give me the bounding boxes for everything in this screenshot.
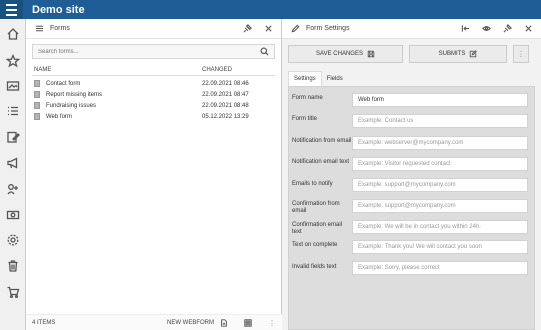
settings-panel-title: Form Settings — [306, 25, 350, 32]
pin-icon[interactable] — [500, 22, 514, 36]
cart-icon[interactable] — [6, 285, 20, 299]
new-webform-button[interactable]: NEW WEBFORM — [167, 318, 228, 327]
text-on-complete-row: Text on complete Example: Thank you! We … — [289, 240, 534, 254]
share-icon[interactable] — [6, 182, 20, 196]
close-icon[interactable] — [521, 22, 535, 36]
emails-to-notify-row: Emails to notify Example: support@mycomp… — [289, 178, 534, 192]
search-input[interactable] — [38, 48, 260, 55]
row-name: Fundraising issues — [46, 102, 97, 109]
invalid-fields-text-label: Invalid fields text — [292, 264, 337, 270]
search-box — [32, 44, 275, 59]
row-changed: 05.12.2022 13:29 — [202, 113, 249, 120]
table-row[interactable]: Contact form 22.09.2021 08:46 — [32, 78, 275, 89]
forms-panel-title: Forms — [50, 25, 70, 32]
eye-icon[interactable] — [479, 22, 493, 36]
form-icon — [34, 113, 40, 120]
row-changed: 22.09.2021 08:46 — [202, 80, 249, 87]
form-title-row: Form title Example: Contact us — [289, 114, 534, 128]
form-settings-panel: Form Settings SAVE CHANGES SUBMITS Setti… — [282, 19, 541, 330]
form-name-row: Form name Web form — [289, 93, 534, 107]
row-changed: 22.09.2021 08:48 — [202, 102, 249, 109]
settings-tabs: Settings Fields — [288, 71, 348, 86]
edit-icon — [470, 50, 478, 58]
text-on-complete-input[interactable]: Example: Thank you! We will contact you … — [352, 240, 528, 254]
row-changed: 22.09.2021 08:47 — [202, 91, 249, 98]
pin-icon[interactable] — [240, 22, 254, 36]
form-icon — [34, 102, 40, 109]
save-changes-button[interactable]: SAVE CHANGES — [288, 45, 403, 63]
submits-button[interactable]: SUBMITS — [409, 45, 507, 63]
forms-panel-header: Forms — [26, 19, 281, 39]
row-name: Contact form — [46, 80, 81, 87]
notification-email-text-row: Notification email text Example: Visitor… — [289, 157, 534, 171]
table-row[interactable]: Web form 05.12.2022 13:29 — [32, 111, 275, 122]
column-changed[interactable]: CHANGED — [202, 67, 232, 73]
more-vertical-icon — [520, 51, 522, 57]
settings-panel-header: Form Settings — [282, 19, 541, 39]
invalid-fields-text-input[interactable]: Example: Sorry, please correct — [352, 261, 528, 275]
tab-fields[interactable]: Fields — [322, 71, 348, 86]
money-icon[interactable] — [6, 208, 20, 222]
invalid-fields-text-row: Invalid fields text Example: Sorry, plea… — [289, 261, 534, 275]
item-count: 4 ITEMS — [32, 319, 56, 326]
notification-from-email-input[interactable]: Example: webserver@mycompany.com — [352, 136, 528, 150]
tab-settings[interactable]: Settings — [288, 71, 322, 86]
save-changes-label: SAVE CHANGES — [316, 51, 363, 57]
row-name: Web form — [46, 113, 72, 120]
form-icon — [34, 91, 40, 98]
top-bar: Demo site — [0, 0, 541, 19]
emails-to-notify-input[interactable]: Example: support@mycompany.com — [352, 178, 528, 192]
confirmation-email-text-label: Confirmation email text — [292, 222, 343, 235]
list-icon[interactable] — [6, 104, 20, 118]
menu-icon[interactable] — [0, 0, 23, 19]
close-icon[interactable] — [261, 22, 275, 36]
icon-rail — [0, 19, 26, 330]
table-row[interactable]: Fundraising issues 22.09.2021 08:48 — [32, 100, 275, 111]
text-on-complete-label: Text on complete — [292, 242, 338, 248]
notification-email-text-label: Notification email text — [292, 159, 350, 165]
forms-panel: Forms NAME CHANGED Contact form 22.09.20… — [26, 19, 282, 330]
gear-icon[interactable] — [6, 233, 20, 247]
megaphone-icon[interactable] — [6, 156, 20, 170]
notification-from-email-row: Notification from email Example: webserv… — [289, 136, 534, 150]
save-icon — [367, 50, 375, 58]
home-icon[interactable] — [6, 27, 20, 41]
form-title-input[interactable]: Example: Contact us — [352, 114, 528, 128]
emails-to-notify-label: Emails to notify — [292, 181, 333, 187]
list-footer: 4 ITEMS NEW WEBFORM — [26, 314, 282, 330]
site-title: Demo site — [32, 3, 85, 16]
more-button[interactable] — [513, 45, 529, 63]
more-vertical-icon[interactable] — [268, 319, 276, 327]
new-file-icon — [220, 318, 228, 327]
image-icon[interactable] — [6, 79, 20, 93]
submits-label: SUBMITS — [438, 51, 466, 57]
confirmation-from-email-label: Confirmation from email — [292, 201, 340, 214]
settings-form: Form name Web form Form title Example: C… — [288, 86, 535, 330]
table-header: NAME CHANGED — [32, 65, 275, 76]
confirmation-email-text-row: Confirmation email text Example: We will… — [289, 220, 534, 236]
form-name-input[interactable]: Web form — [352, 93, 528, 107]
search-icon[interactable] — [260, 43, 269, 61]
edit-icon[interactable] — [6, 130, 20, 144]
list-icon — [32, 22, 46, 36]
confirmation-from-email-row: Confirmation from email Example: support… — [289, 199, 534, 215]
notification-email-text-input[interactable]: Example: Visitor requested contact — [352, 157, 528, 171]
notification-from-email-label: Notification from email — [292, 138, 352, 144]
column-name[interactable]: NAME — [32, 67, 202, 73]
form-title-label: Form title — [292, 116, 318, 122]
grid-icon[interactable] — [244, 318, 252, 327]
confirmation-email-text-input[interactable]: Example: We will be in contact you withi… — [352, 220, 528, 234]
form-icon — [34, 80, 40, 87]
confirmation-from-email-input[interactable]: Example: support@mycompany.com — [352, 199, 528, 213]
collapse-left-icon[interactable] — [458, 22, 472, 36]
trash-icon[interactable] — [6, 259, 20, 273]
table-row[interactable]: Report missing items 22.09.2021 08:47 — [32, 89, 275, 100]
pencil-icon — [288, 22, 302, 36]
settings-toolbar: SAVE CHANGES SUBMITS — [288, 45, 535, 63]
row-name: Report missing items — [46, 91, 103, 98]
new-webform-label: NEW WEBFORM — [167, 319, 214, 326]
form-name-label: Form name — [292, 95, 323, 101]
star-icon[interactable] — [6, 54, 20, 68]
